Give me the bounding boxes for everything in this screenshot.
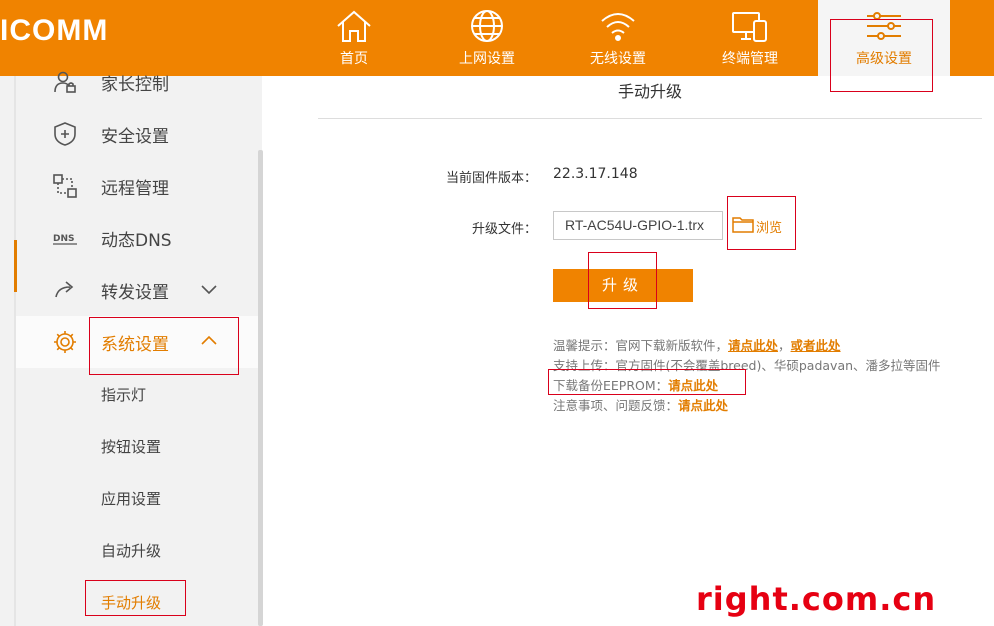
annotation-box-browse bbox=[727, 196, 796, 250]
alternate-download-link[interactable]: 或者此处 bbox=[791, 338, 841, 353]
devices-icon bbox=[732, 12, 767, 42]
chevron-down-icon bbox=[201, 285, 217, 295]
annotation-box-eeprom bbox=[548, 369, 746, 395]
official-download-link[interactable]: 请点此处 bbox=[728, 338, 778, 353]
sidebar-subitem-label: 按钮设置 bbox=[101, 438, 162, 456]
sidebar-subitem-label: 应用设置 bbox=[101, 490, 162, 508]
nav-tab-home[interactable]: 首页 bbox=[294, 0, 414, 76]
brand-logo: ICOMM bbox=[0, 14, 109, 47]
tip-line-feedback: 注意事项、问题反馈：请点此处 bbox=[553, 395, 728, 414]
feedback-link[interactable]: 请点此处 bbox=[678, 398, 728, 413]
nav-tab-label: 终端管理 bbox=[722, 51, 778, 67]
upgrade-file-field[interactable]: RT-AC54U-GPIO-1.trx bbox=[553, 211, 723, 240]
sidebar-item-parental-control[interactable]: 家长控制 bbox=[16, 56, 258, 108]
globe-icon bbox=[471, 10, 503, 42]
annotation-box-system-settings bbox=[89, 317, 239, 375]
gear-icon bbox=[54, 331, 76, 353]
sidebar-item-ddns[interactable]: DNS 动态DNS bbox=[16, 212, 258, 264]
home-icon bbox=[337, 10, 371, 42]
sidebar-item-security[interactable]: 安全设置 bbox=[16, 108, 258, 160]
nav-tab-label: 上网设置 bbox=[459, 51, 515, 67]
sidebar-subitem-indicator-light[interactable]: 指示灯 bbox=[16, 368, 258, 420]
upgrade-file-label: 升级文件： bbox=[471, 222, 537, 237]
sidebar-item-label: 家长控制 bbox=[101, 75, 169, 95]
annotation-box-upgrade bbox=[588, 252, 657, 309]
firmware-version-value: 22.3.17.148 bbox=[553, 166, 638, 182]
nav-tab-devices[interactable]: 终端管理 bbox=[690, 0, 810, 76]
sidebar-subitem-label: 指示灯 bbox=[101, 386, 147, 404]
sidebar-subitem-app-settings[interactable]: 应用设置 bbox=[16, 472, 258, 524]
firmware-version-label: 当前固件版本： bbox=[445, 171, 537, 186]
wifi-icon bbox=[601, 13, 635, 41]
sidebar-item-label: 安全设置 bbox=[101, 127, 169, 147]
nav-tab-label: 无线设置 bbox=[590, 51, 646, 67]
active-indicator bbox=[14, 240, 17, 292]
watermark-text: right.com.cn bbox=[696, 580, 937, 618]
nav-tab-label: 首页 bbox=[340, 51, 368, 67]
dns-icon: DNS bbox=[53, 234, 77, 245]
shield-icon bbox=[54, 122, 76, 146]
tip-separator: ， bbox=[778, 338, 791, 353]
sidebar-subitem-auto-upgrade[interactable]: 自动升级 bbox=[16, 524, 258, 576]
svg-text:DNS: DNS bbox=[53, 234, 75, 244]
sidebar-item-label: 转发设置 bbox=[101, 283, 169, 303]
annotation-box-advanced-tab bbox=[830, 19, 933, 92]
nav-tab-internet[interactable]: 上网设置 bbox=[427, 0, 547, 76]
forward-icon bbox=[55, 281, 74, 298]
remote-icon bbox=[53, 174, 77, 198]
nav-tab-wireless[interactable]: 无线设置 bbox=[558, 0, 678, 76]
sidebar-subitem-label: 自动升级 bbox=[101, 542, 162, 560]
tip-text: 注意事项、问题反馈： bbox=[553, 398, 679, 413]
annotation-box-manual-upgrade bbox=[85, 580, 186, 616]
sidebar-subitem-button-settings[interactable]: 按钮设置 bbox=[16, 420, 258, 472]
sidebar-item-remote-management[interactable]: 远程管理 bbox=[16, 160, 258, 212]
sidebar-scrollbar[interactable] bbox=[258, 150, 263, 626]
title-divider bbox=[318, 118, 982, 119]
parental-icon bbox=[54, 71, 76, 93]
tip-text: 温馨提示：官网下载新版软件， bbox=[553, 338, 729, 353]
tip-line-official-download: 温馨提示：官网下载新版软件，请点此处，或者此处 bbox=[553, 335, 841, 354]
sidebar-item-label: 动态DNS bbox=[101, 231, 172, 251]
sidebar-item-forwarding[interactable]: 转发设置 bbox=[16, 264, 258, 316]
sidebar-item-label: 远程管理 bbox=[101, 179, 169, 199]
